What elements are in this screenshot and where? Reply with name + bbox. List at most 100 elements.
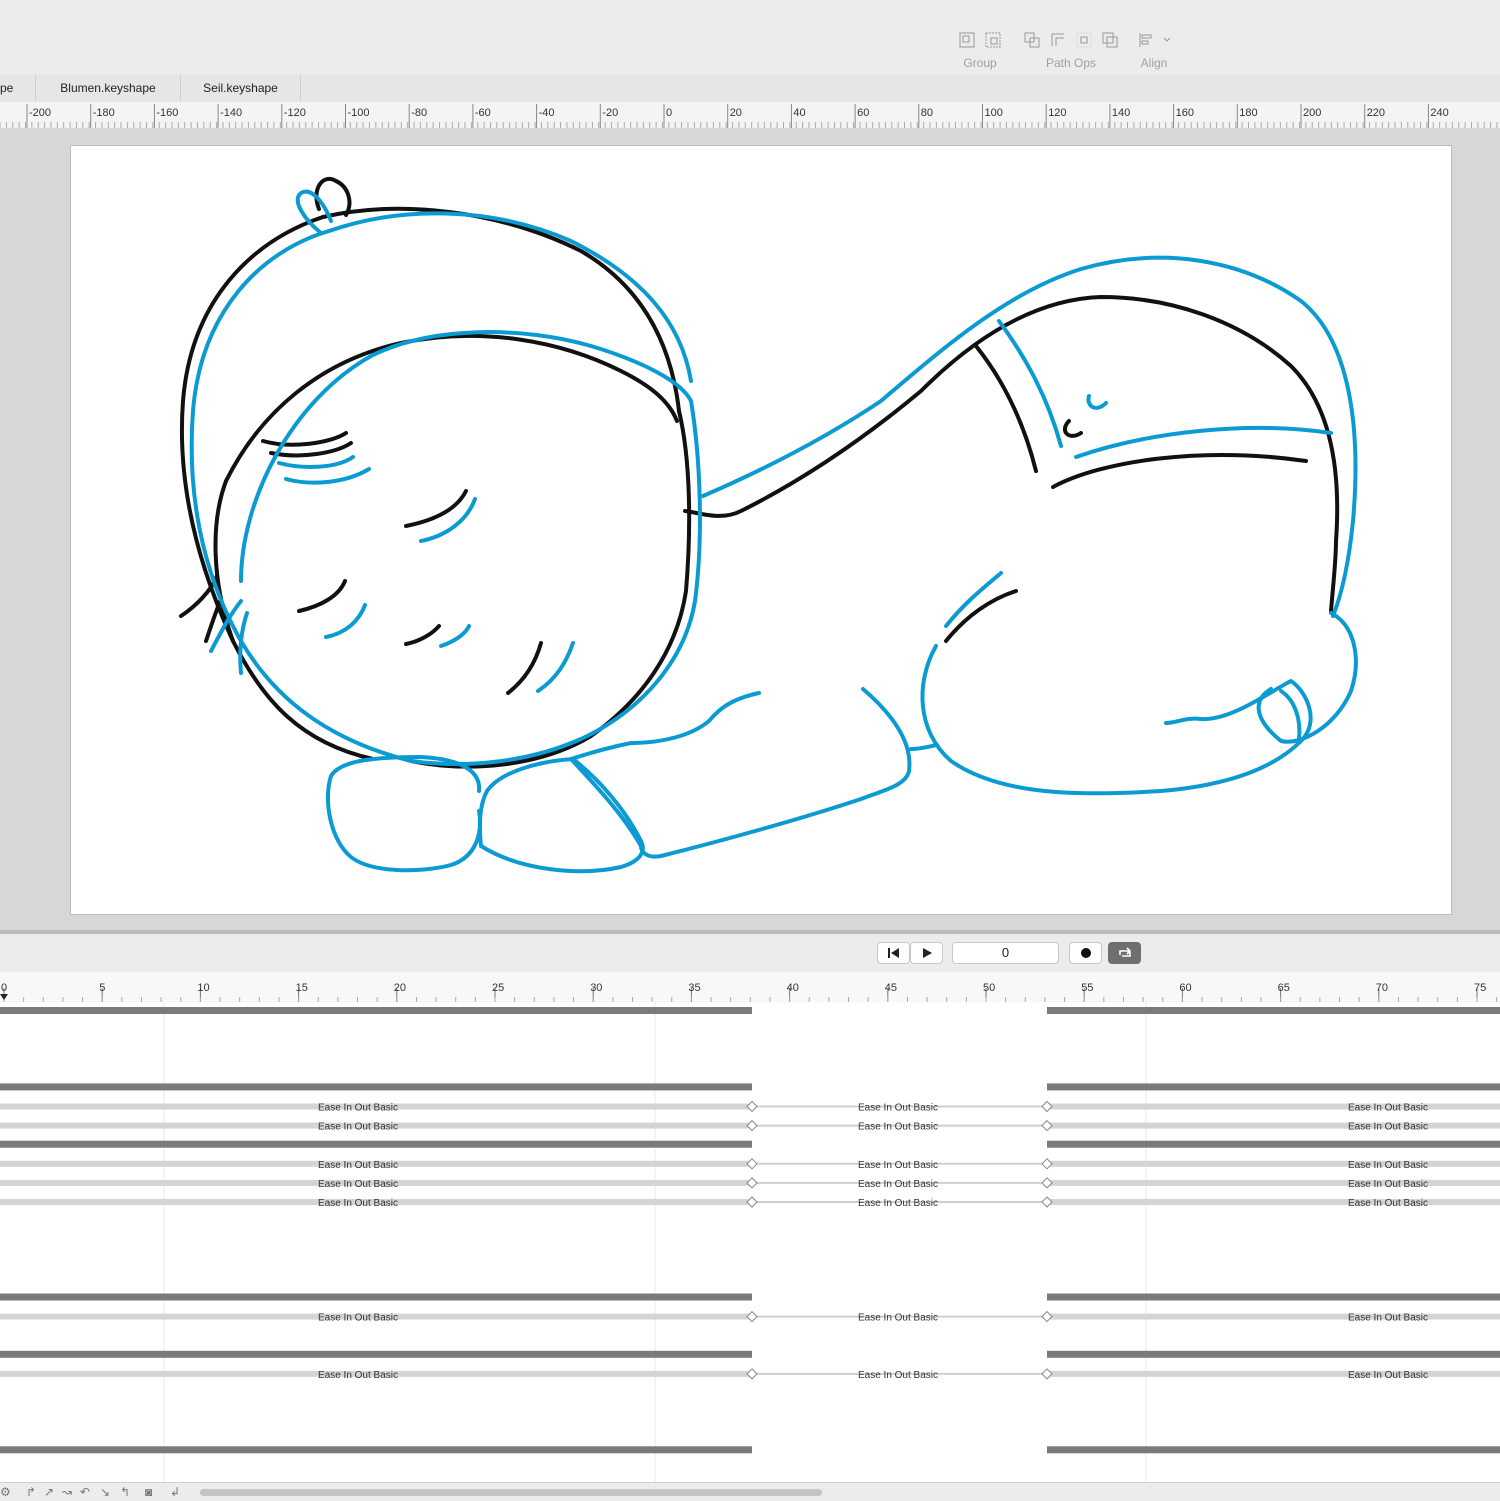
ungroup-icon[interactable] bbox=[983, 30, 1003, 50]
group-track-bar[interactable] bbox=[0, 1350, 752, 1358]
tween-bar[interactable] bbox=[1047, 1122, 1500, 1129]
timeline-tick-label: 10 bbox=[197, 982, 209, 994]
path-ops-tool[interactable]: Path Ops bbox=[1018, 30, 1124, 70]
ruler-tick-label: -140 bbox=[220, 107, 242, 119]
mouth bbox=[404, 624, 441, 646]
keyframe-diamond[interactable] bbox=[746, 1196, 758, 1208]
sleeve-highlight bbox=[569, 691, 761, 761]
skip-to-start-button[interactable] bbox=[877, 942, 910, 964]
align-tool[interactable]: Align bbox=[1134, 30, 1174, 70]
easing-label: Ease In Out Basic bbox=[858, 1370, 938, 1381]
group-track-bar[interactable] bbox=[1047, 1293, 1500, 1301]
tween-bar[interactable] bbox=[1047, 1199, 1500, 1205]
keyframe-diamond[interactable] bbox=[746, 1100, 758, 1113]
keyframe-diamond[interactable] bbox=[1041, 1177, 1053, 1189]
playhead-marker[interactable] bbox=[0, 994, 8, 1000]
tween-bar[interactable] bbox=[1047, 1179, 1500, 1186]
tab-seil[interactable]: Seil.keyshape bbox=[181, 75, 301, 102]
record-button[interactable] bbox=[1069, 942, 1102, 964]
tween-bar[interactable] bbox=[1047, 1313, 1500, 1320]
group-track-bar[interactable] bbox=[0, 1083, 752, 1091]
path-intersect-icon[interactable] bbox=[1074, 30, 1094, 50]
easing-label: Ease In Out Basic bbox=[858, 1313, 938, 1324]
group-track-bar[interactable] bbox=[1047, 1083, 1500, 1091]
tab-document[interactable]: pe bbox=[0, 75, 36, 102]
easing-label: Ease In Out Basic bbox=[858, 1179, 938, 1190]
artboard-canvas[interactable] bbox=[70, 145, 1452, 915]
tween-bar[interactable] bbox=[1047, 1160, 1500, 1167]
group-track-bar[interactable] bbox=[1047, 1007, 1500, 1014]
timeline-tick-label: 30 bbox=[590, 982, 602, 994]
keyframe-diamond[interactable] bbox=[746, 1368, 758, 1380]
group-icon[interactable] bbox=[957, 30, 977, 50]
easing-label: Ease In Out Basic bbox=[318, 1160, 398, 1171]
keyframe-diamond[interactable] bbox=[746, 1177, 758, 1189]
ruler-tick-label: -20 bbox=[602, 107, 618, 119]
ruler-tick-label: 80 bbox=[921, 107, 933, 119]
timeline-tick-label: 75 bbox=[1474, 982, 1486, 994]
group-track-bar[interactable] bbox=[1047, 1140, 1500, 1148]
skip-to-start-icon bbox=[887, 948, 899, 958]
finger-line bbox=[569, 757, 643, 848]
align-left-icon[interactable] bbox=[1136, 30, 1156, 50]
path-subtract-icon[interactable] bbox=[1048, 30, 1068, 50]
graph-editor-icon[interactable]: ◙ bbox=[145, 1485, 152, 1499]
ruler-tick-label: 60 bbox=[857, 107, 869, 119]
loop-button[interactable] bbox=[1108, 942, 1141, 964]
loop-back-icon[interactable]: ↲ bbox=[170, 1485, 180, 1499]
curve-icon[interactable]: ↰ bbox=[120, 1485, 130, 1499]
current-frame-field[interactable]: 0 bbox=[952, 942, 1059, 964]
keyframe-diamond[interactable] bbox=[746, 1310, 758, 1323]
hood-highlight bbox=[189, 229, 413, 763]
keyframe-diamond[interactable] bbox=[1041, 1119, 1053, 1132]
black-outline-layer bbox=[179, 177, 1340, 769]
tab-label: Blumen.keyshape bbox=[60, 81, 156, 95]
timeline-tick-label: 25 bbox=[492, 982, 504, 994]
path-exclude-icon[interactable] bbox=[1100, 30, 1120, 50]
keyframe-diamond[interactable] bbox=[1041, 1100, 1053, 1113]
baby-drawing[interactable] bbox=[71, 146, 1451, 914]
keyframe-diamond[interactable] bbox=[1041, 1368, 1053, 1380]
keyframe-diamond[interactable] bbox=[746, 1119, 758, 1132]
easing-label: Ease In Out Basic bbox=[318, 1198, 398, 1209]
tween-bar[interactable] bbox=[1047, 1103, 1500, 1110]
tab-label: pe bbox=[0, 81, 14, 95]
curve-icon[interactable]: ↱ bbox=[26, 1485, 36, 1499]
group-track-bar[interactable] bbox=[0, 1446, 752, 1454]
horizontal-scrollbar[interactable] bbox=[200, 1489, 822, 1496]
play-button[interactable] bbox=[910, 942, 943, 964]
face-top bbox=[224, 333, 679, 483]
ruler-tick-label: -80 bbox=[411, 107, 427, 119]
chevron-down-icon[interactable] bbox=[1162, 30, 1172, 50]
keyframe-diamond[interactable] bbox=[746, 1158, 758, 1170]
hood-outline bbox=[179, 215, 375, 761]
curve-icon[interactable]: ↶ bbox=[80, 1485, 90, 1499]
group-track-bar[interactable] bbox=[0, 1140, 752, 1148]
eyelash-highlight-1 bbox=[277, 455, 355, 469]
keyframe-diamond[interactable] bbox=[1041, 1310, 1053, 1323]
curve-icon[interactable]: ↘ bbox=[100, 1485, 110, 1499]
group-track-bar[interactable] bbox=[0, 1007, 752, 1014]
keyframe-diamond[interactable] bbox=[1041, 1158, 1053, 1170]
horizontal-ruler[interactable]: -200 -180 -160 -140 -120 -100 -80 -60 -40 -20 0 20 4… bbox=[0, 102, 1500, 129]
record-icon bbox=[1080, 948, 1091, 958]
timeline-tick-label: 45 bbox=[885, 982, 897, 994]
group-track-bar[interactable] bbox=[1047, 1446, 1500, 1454]
group-tool[interactable]: Group bbox=[956, 30, 1004, 70]
keyframe-diamond[interactable] bbox=[1041, 1196, 1053, 1208]
timeline-ruler[interactable]: 0 5 10 15 20 25 30 35 40 45 50 55 60 65 70 75 bbox=[0, 972, 1500, 1003]
chin-highlight bbox=[536, 641, 575, 693]
group-track-bar[interactable] bbox=[1047, 1350, 1500, 1358]
group-track-bar[interactable] bbox=[0, 1293, 752, 1301]
curve-icon[interactable]: ↝ bbox=[62, 1485, 72, 1499]
tab-blumen[interactable]: Blumen.keyshape bbox=[36, 75, 181, 102]
settings-icon[interactable]: ⚙ bbox=[0, 1485, 11, 1499]
timeline-bottom-bar: ⚙ ↱ ↗ ↝ ↶ ↘ ↰ ◙ ↲ bbox=[0, 1482, 1500, 1501]
timeline-tracks[interactable]: Ease In Out Basic Ease In Out Basic Ease I… bbox=[0, 1002, 1500, 1482]
curve-icon[interactable]: ↗ bbox=[44, 1485, 54, 1499]
ruler-tick-label: -60 bbox=[475, 107, 491, 119]
path-union-icon[interactable] bbox=[1022, 30, 1042, 50]
hand-left-highlight bbox=[326, 755, 482, 873]
tween-bar[interactable] bbox=[1047, 1370, 1500, 1377]
easing-label: Ease In Out Basic bbox=[318, 1313, 398, 1324]
